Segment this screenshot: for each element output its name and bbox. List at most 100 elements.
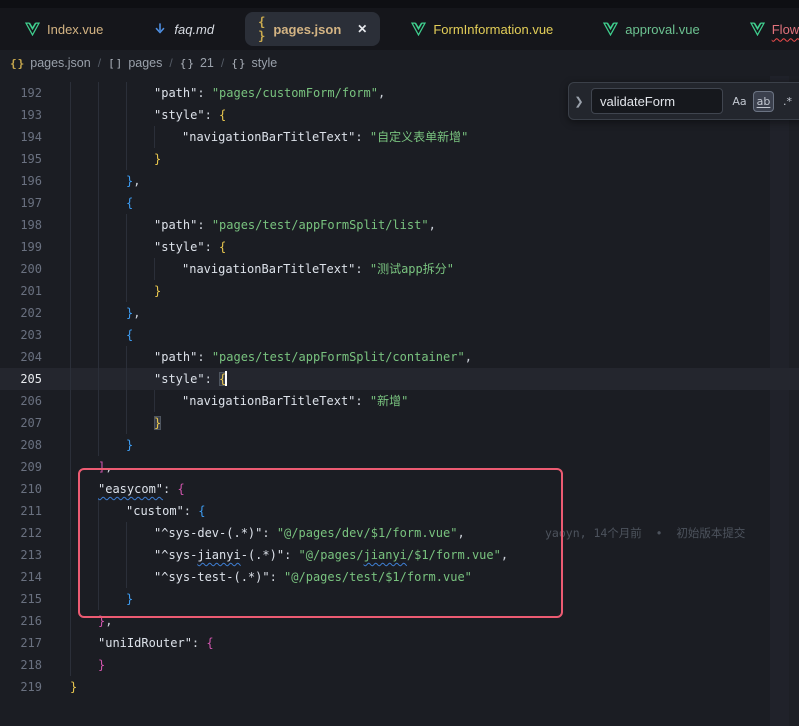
code-line[interactable]: 215} xyxy=(0,588,799,610)
token: { xyxy=(206,636,213,650)
match-case-button[interactable]: Aa xyxy=(729,91,750,112)
line-number[interactable]: 219 xyxy=(0,676,42,698)
tab-index-vue[interactable]: Index.vue xyxy=(0,8,128,50)
toggle-replace-chevron-icon[interactable]: ❯ xyxy=(573,95,585,108)
code-text: "^sys-dev-(.*)": "@/pages/dev/$1/form.vu… xyxy=(154,522,465,544)
indent-guide xyxy=(98,104,99,126)
line-number[interactable]: 200 xyxy=(0,258,42,280)
code-line[interactable]: 213"^sys-jianyi-(.*)": "@/pages/jianyi/$… xyxy=(0,544,799,566)
code-line[interactable]: 217"uniIdRouter": { xyxy=(0,632,799,654)
token: : xyxy=(355,394,369,408)
code-line[interactable]: 212 "^sys-dev-(.*)": "@/pages/dev/$1/form… xyxy=(0,522,799,544)
code-line[interactable]: 214"^sys-test-(.*)": "@/pages/test/$1/fo… xyxy=(0,566,799,588)
code-line[interactable]: 202}, xyxy=(0,302,799,324)
line-number[interactable]: 199 xyxy=(0,236,42,258)
tab-label: faq.md xyxy=(174,22,214,37)
line-number[interactable]: 196 xyxy=(0,170,42,192)
token: "测试app拆分" xyxy=(370,262,454,276)
line-number[interactable]: 209 xyxy=(0,456,42,478)
line-number[interactable]: 193 xyxy=(0,104,42,126)
find-input[interactable] xyxy=(591,88,723,114)
line-number[interactable]: 201 xyxy=(0,280,42,302)
indent-guide xyxy=(70,324,71,346)
breadcrumb-separator: / xyxy=(98,56,101,70)
token: } xyxy=(154,152,161,166)
token: "pages/customForm/form" xyxy=(212,86,378,100)
token: : xyxy=(284,548,298,562)
tab-flowinfo-vu[interactable]: FlowInfo.vu xyxy=(725,8,799,50)
line-number[interactable]: 204 xyxy=(0,346,42,368)
code-line[interactable]: 206"navigationBarTitleText": "新增" xyxy=(0,390,799,412)
indent-guide xyxy=(126,104,127,126)
line-number[interactable]: 198 xyxy=(0,214,42,236)
code-line[interactable]: 219} xyxy=(0,676,799,698)
code-line[interactable]: 194"navigationBarTitleText": "自定义表单新增" xyxy=(0,126,799,148)
code-line[interactable]: 196}, xyxy=(0,170,799,192)
breadcrumb-item[interactable]: []pages xyxy=(108,56,162,70)
code-line[interactable]: 198"path": "pages/test/appFormSplit/list… xyxy=(0,214,799,236)
code-line[interactable]: 207} xyxy=(0,412,799,434)
code-line[interactable]: 200"navigationBarTitleText": "测试app拆分" xyxy=(0,258,799,280)
match-case-icon: Aa xyxy=(732,95,746,108)
code-line[interactable]: 208} xyxy=(0,434,799,456)
line-number[interactable]: 210 xyxy=(0,478,42,500)
line-number[interactable]: 214 xyxy=(0,566,42,588)
token: "uniIdRouter" xyxy=(98,636,192,650)
token: : xyxy=(184,504,198,518)
line-number[interactable]: 215 xyxy=(0,588,42,610)
breadcrumb-item[interactable]: {}pages.json xyxy=(10,56,91,70)
line-number[interactable]: 202 xyxy=(0,302,42,324)
breadcrumb-item[interactable]: {}style xyxy=(231,56,277,70)
indent-guide xyxy=(98,170,99,192)
json-braces-icon: { } xyxy=(258,15,266,43)
code-line[interactable]: 195} xyxy=(0,148,799,170)
code-line[interactable]: 203{ xyxy=(0,324,799,346)
code-text: "custom": { xyxy=(126,500,205,522)
code-line[interactable]: 209], xyxy=(0,456,799,478)
line-number[interactable]: 205 xyxy=(0,368,42,390)
line-number[interactable]: 217 xyxy=(0,632,42,654)
line-number[interactable]: 218 xyxy=(0,654,42,676)
breadcrumb-label: pages xyxy=(128,56,162,70)
code-line[interactable]: 199"style": { xyxy=(0,236,799,258)
indent-guide xyxy=(126,214,127,236)
line-number[interactable]: 195 xyxy=(0,148,42,170)
line-number[interactable]: 212 xyxy=(0,522,42,544)
line-number[interactable]: 211 xyxy=(0,500,42,522)
code-line[interactable]: 201} xyxy=(0,280,799,302)
line-number[interactable]: 208 xyxy=(0,434,42,456)
line-number[interactable]: 203 xyxy=(0,324,42,346)
indent-guide xyxy=(126,280,127,302)
line-number[interactable]: 206 xyxy=(0,390,42,412)
tab-forminformation-vue[interactable]: FormInformation.vue xyxy=(386,8,578,50)
code-text: } xyxy=(126,588,133,610)
line-number[interactable]: 213 xyxy=(0,544,42,566)
breadcrumb-item[interactable]: {}21 xyxy=(180,56,214,70)
indent-guide xyxy=(70,346,71,368)
tab-approval-vue[interactable]: approval.vue xyxy=(578,8,724,50)
tab-faq-md[interactable]: faq.md xyxy=(128,8,239,50)
indent-guide xyxy=(70,632,71,654)
tab-pages-json[interactable]: { }pages.json✕ xyxy=(245,12,380,46)
indent-guide xyxy=(70,280,71,302)
token: , xyxy=(105,460,112,474)
whole-word-button[interactable]: ab xyxy=(753,91,774,112)
token: : xyxy=(205,372,219,386)
editor-pane[interactable]: 192"path": "pages/customForm/form",193"s… xyxy=(0,76,799,726)
regex-button[interactable]: .* xyxy=(777,91,798,112)
indent-guide xyxy=(98,434,99,456)
code-line[interactable]: 197{ xyxy=(0,192,799,214)
code-line[interactable]: 204"path": "pages/test/appFormSplit/cont… xyxy=(0,346,799,368)
code-line[interactable]: 211 "custom": { xyxy=(0,500,799,522)
code-line[interactable]: 218} xyxy=(0,654,799,676)
line-number[interactable]: 216 xyxy=(0,610,42,632)
line-number[interactable]: 197 xyxy=(0,192,42,214)
token: "easycom" xyxy=(98,482,163,496)
line-number[interactable]: 207 xyxy=(0,412,42,434)
line-number[interactable]: 192 xyxy=(0,82,42,104)
code-line[interactable]: 205"style": { xyxy=(0,368,799,390)
code-line[interactable]: 210"easycom": { xyxy=(0,478,799,500)
close-tab-icon[interactable]: ✕ xyxy=(357,22,367,36)
line-number[interactable]: 194 xyxy=(0,126,42,148)
code-line[interactable]: 216}, xyxy=(0,610,799,632)
